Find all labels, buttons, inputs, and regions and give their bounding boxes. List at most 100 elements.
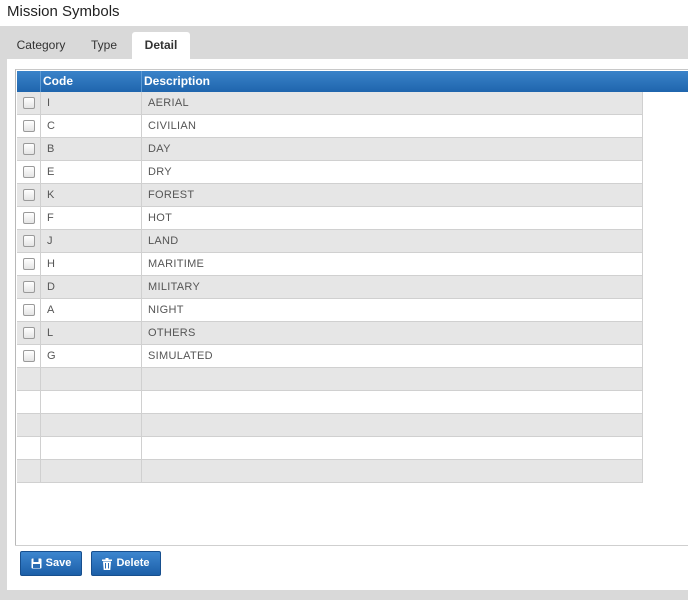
cell-code: H xyxy=(41,253,142,275)
row-select-cell xyxy=(17,460,41,482)
table-row[interactable]: J LAND xyxy=(17,230,643,253)
cell-code: J xyxy=(41,230,142,252)
tab-category[interactable]: Category xyxy=(8,32,74,59)
row-select-cell xyxy=(17,322,41,344)
cell-code: L xyxy=(41,322,142,344)
empty-row xyxy=(17,391,643,414)
row-checkbox[interactable] xyxy=(23,327,35,339)
page-title: Mission Symbols xyxy=(7,3,120,20)
table-row[interactable]: H MARITIME xyxy=(17,253,643,276)
cell-code xyxy=(41,437,142,459)
column-header-description[interactable]: Description xyxy=(142,71,442,92)
table-row[interactable]: F HOT xyxy=(17,207,643,230)
cell-description: DRY xyxy=(142,161,643,183)
panel-frame-bottom xyxy=(0,590,688,600)
row-select-cell xyxy=(17,437,41,459)
grid-footer-line xyxy=(15,545,688,546)
row-checkbox[interactable] xyxy=(23,304,35,316)
table-row[interactable]: E DRY xyxy=(17,161,643,184)
row-select-cell xyxy=(17,161,41,183)
table-row[interactable]: L OTHERS xyxy=(17,322,643,345)
row-select-cell xyxy=(17,230,41,252)
table-row[interactable]: I AERIAL xyxy=(17,92,643,115)
cell-code: E xyxy=(41,161,142,183)
row-checkbox[interactable] xyxy=(23,97,35,109)
row-checkbox[interactable] xyxy=(23,120,35,132)
row-checkbox[interactable] xyxy=(23,350,35,362)
table-row[interactable]: K FOREST xyxy=(17,184,643,207)
cell-code: B xyxy=(41,138,142,160)
cell-code: K xyxy=(41,184,142,206)
cell-description: AERIAL xyxy=(142,92,643,114)
table-row[interactable]: G SIMULATED xyxy=(17,345,643,368)
header-select-column xyxy=(17,71,41,92)
cell-description: OTHERS xyxy=(142,322,643,344)
empty-row xyxy=(17,460,643,483)
cell-code: C xyxy=(41,115,142,137)
cell-code xyxy=(41,460,142,482)
cell-description: SIMULATED xyxy=(142,345,643,367)
table-row[interactable]: C CIVILIAN xyxy=(17,115,643,138)
tab-type[interactable]: Type xyxy=(84,32,124,59)
delete-button-label: Delete xyxy=(116,557,150,569)
cell-code: G xyxy=(41,345,142,367)
cell-description: NIGHT xyxy=(142,299,643,321)
cell-description xyxy=(142,391,643,413)
row-select-cell xyxy=(17,414,41,436)
cell-description xyxy=(142,460,643,482)
grid-header: Code Description xyxy=(17,71,688,92)
row-select-cell xyxy=(17,253,41,275)
floppy-disk-icon xyxy=(31,558,42,569)
cell-code: D xyxy=(41,276,142,298)
row-select-cell xyxy=(17,207,41,229)
empty-row xyxy=(17,437,643,460)
row-select-cell xyxy=(17,391,41,413)
table-row[interactable]: A NIGHT xyxy=(17,299,643,322)
cell-code: F xyxy=(41,207,142,229)
tab-bar: Category Type Detail xyxy=(0,26,688,60)
cell-description: LAND xyxy=(142,230,643,252)
cell-code xyxy=(41,368,142,390)
row-checkbox[interactable] xyxy=(23,212,35,224)
row-checkbox[interactable] xyxy=(23,166,35,178)
cell-description xyxy=(142,414,643,436)
row-select-cell xyxy=(17,115,41,137)
cell-description xyxy=(142,437,643,459)
row-select-cell xyxy=(17,138,41,160)
cell-description xyxy=(142,368,643,390)
cell-code xyxy=(41,414,142,436)
delete-button[interactable]: Delete xyxy=(91,551,161,576)
cell-description: DAY xyxy=(142,138,643,160)
table-row[interactable]: D MILITARY xyxy=(17,276,643,299)
save-button[interactable]: Save xyxy=(20,551,82,576)
symbols-grid: Code Description I AERIAL C CIVILIAN B DAY E DR… xyxy=(15,69,688,546)
column-header-code[interactable]: Code xyxy=(41,71,142,92)
row-select-cell xyxy=(17,345,41,367)
grid-body: I AERIAL C CIVILIAN B DAY E DRY K FOREST F HOT J LAND… xyxy=(17,92,643,483)
row-select-cell xyxy=(17,184,41,206)
row-select-cell xyxy=(17,92,41,114)
cell-code: A xyxy=(41,299,142,321)
row-select-cell xyxy=(17,276,41,298)
cell-description: FOREST xyxy=(142,184,643,206)
cell-code xyxy=(41,391,142,413)
panel-frame xyxy=(0,59,7,590)
save-button-label: Save xyxy=(45,557,72,569)
table-row[interactable]: B DAY xyxy=(17,138,643,161)
cell-code: I xyxy=(41,92,142,114)
cell-description: HOT xyxy=(142,207,643,229)
row-checkbox[interactable] xyxy=(23,281,35,293)
row-checkbox[interactable] xyxy=(23,235,35,247)
empty-row xyxy=(17,414,643,437)
row-checkbox[interactable] xyxy=(23,143,35,155)
row-select-cell xyxy=(17,299,41,321)
cell-description: MILITARY xyxy=(142,276,643,298)
row-checkbox[interactable] xyxy=(23,258,35,270)
cell-description: MARITIME xyxy=(142,253,643,275)
tab-detail[interactable]: Detail xyxy=(132,32,190,60)
cell-description: CIVILIAN xyxy=(142,115,643,137)
row-checkbox[interactable] xyxy=(23,189,35,201)
empty-row xyxy=(17,368,643,391)
row-select-cell xyxy=(17,368,41,390)
trash-icon xyxy=(102,557,113,570)
